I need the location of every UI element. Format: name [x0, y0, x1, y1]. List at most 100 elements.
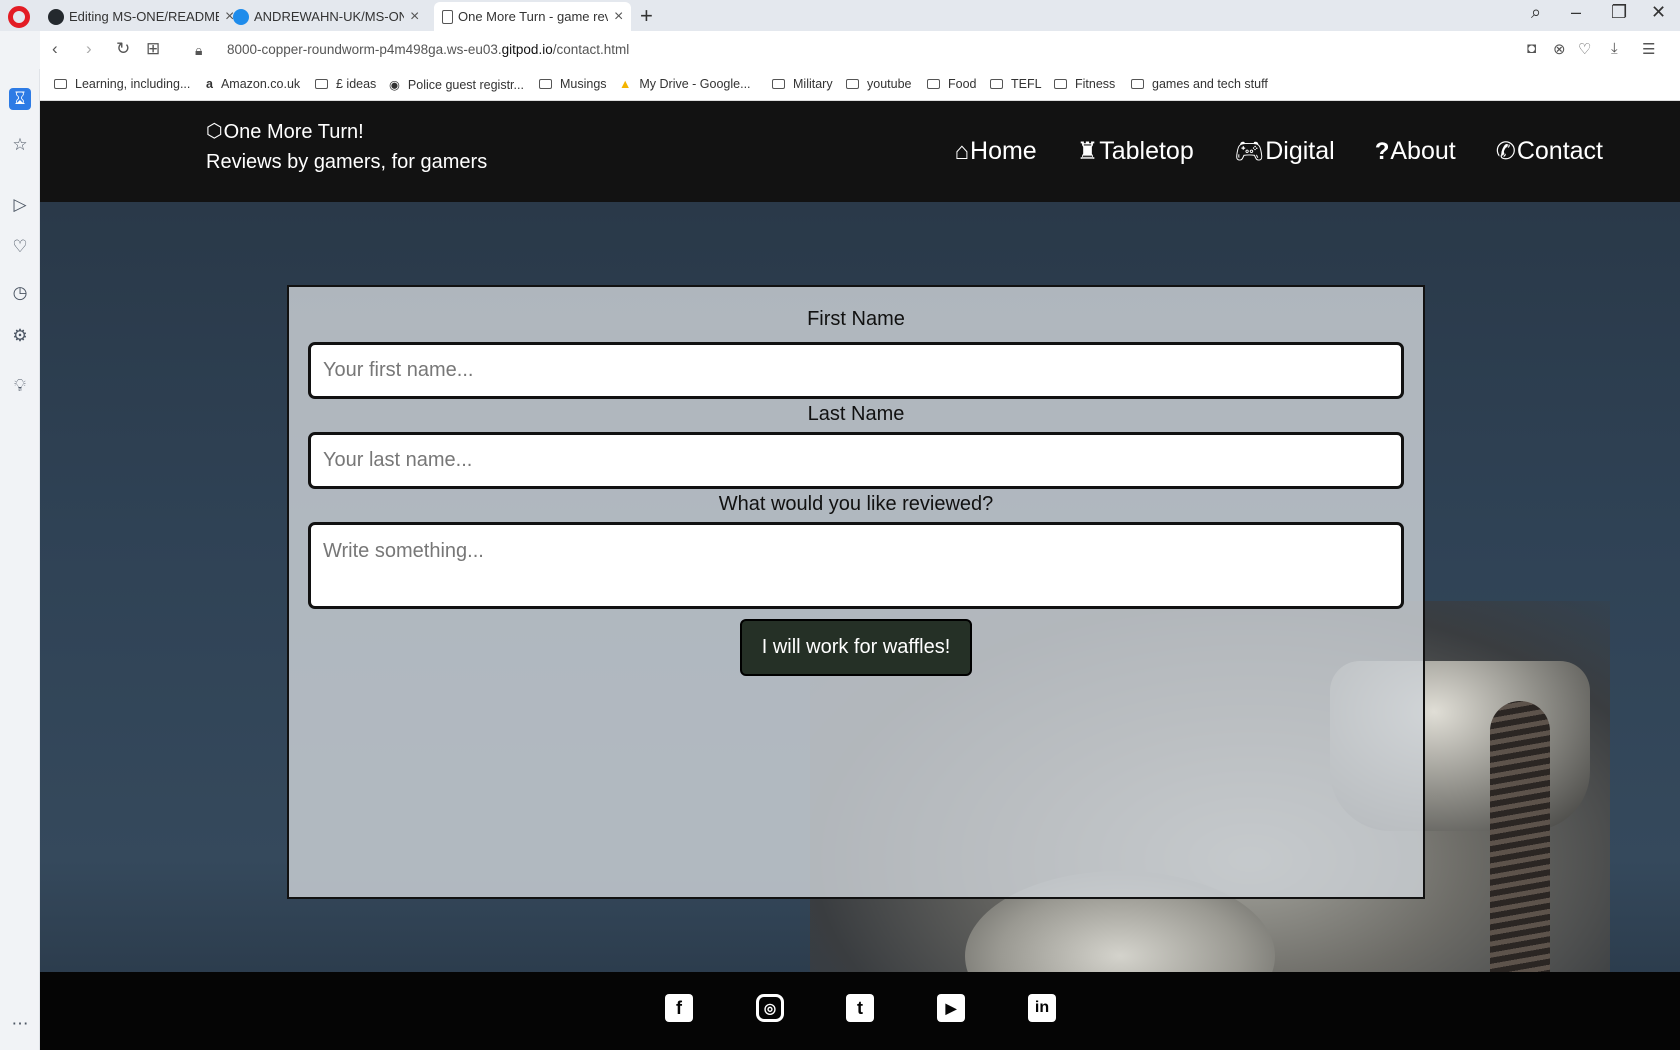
- bookmark-label: Fitness: [1075, 77, 1116, 91]
- phone-icon: ✆: [1495, 138, 1516, 165]
- bookmark-musings[interactable]: Musings: [539, 77, 607, 91]
- twitter-icon[interactable]: t: [846, 994, 874, 1022]
- folder-icon: [772, 79, 785, 89]
- first-name-input[interactable]: [308, 342, 1404, 399]
- chess-icon: ♜: [1076, 138, 1099, 165]
- web-page: ⬡ One More Turn! Reviews by gamers, for …: [40, 101, 1680, 1050]
- nav-about[interactable]: ? About: [1375, 137, 1456, 166]
- nav-home[interactable]: ⌂ Home: [955, 137, 1037, 166]
- bookmark-label: Police guest registr...: [407, 77, 524, 92]
- folder-icon: [1131, 79, 1144, 89]
- bookmark-military[interactable]: Military: [772, 77, 833, 91]
- bookmark-ideas[interactable]: £ ideas: [315, 77, 376, 91]
- opera-logo-icon[interactable]: [8, 6, 30, 28]
- nav-label: Digital: [1265, 137, 1335, 165]
- heart-icon[interactable]: ♡: [9, 236, 31, 258]
- bookmark-food[interactable]: Food: [927, 77, 977, 91]
- tab-github-readme[interactable]: Editing MS-ONE/README.md ×: [40, 2, 242, 31]
- facebook-icon[interactable]: f: [665, 994, 693, 1022]
- folder-icon: [927, 79, 940, 89]
- adblock-icon[interactable]: ⊗: [1553, 40, 1566, 58]
- bookmark-police[interactable]: ◉ Police guest registr...: [389, 77, 524, 93]
- nav-tabletop[interactable]: ♜ Tabletop: [1077, 137, 1194, 166]
- download-icon[interactable]: ⤓: [1611, 40, 1618, 57]
- bookmark-tefl[interactable]: TEFL: [990, 77, 1042, 91]
- new-tab-icon[interactable]: +: [640, 3, 653, 29]
- bookmark-drive[interactable]: ▲ My Drive - Google...: [619, 77, 751, 91]
- more-icon[interactable]: ⋯: [9, 1013, 31, 1035]
- gitpod-icon: [233, 8, 249, 25]
- hourglass-icon[interactable]: ⌛︎: [9, 88, 31, 110]
- folder-icon: [539, 79, 552, 89]
- github-icon: [48, 8, 64, 25]
- url-domain: gitpod.io: [501, 42, 553, 57]
- tab-title: Editing MS-ONE/README.md: [69, 9, 219, 24]
- tab-title: ANDREWAHN-UK/MS-ONE: [254, 9, 404, 24]
- history-icon[interactable]: ◷: [9, 282, 31, 304]
- bookmark-label: Food: [948, 77, 977, 91]
- snapshot-icon[interactable]: ◘: [1527, 40, 1536, 57]
- url-field[interactable]: 8000-copper-roundworm-p4m498ga.ws-eu03.g…: [227, 42, 629, 57]
- browser-tab-bar: Editing MS-ONE/README.md × ANDREWAHN-UK/…: [0, 0, 1680, 31]
- lightbulb-icon[interactable]: 💡︎: [9, 375, 31, 397]
- nav-digital[interactable]: 🎮︎ Digital: [1234, 137, 1335, 166]
- last-name-label: Last Name: [807, 403, 905, 425]
- forward-icon[interactable]: ›: [86, 39, 92, 59]
- bookmark-label: Amazon.co.uk: [220, 77, 301, 91]
- browser-sidebar: ⌛︎ ☆ ▷ ♡ ◷ ⚙︎ 💡︎ ⋯: [0, 69, 40, 1050]
- bookmark-amazon[interactable]: a Amazon.co.uk: [206, 77, 300, 91]
- bookmark-label: Musings: [560, 77, 607, 91]
- amazon-icon: a: [206, 77, 213, 91]
- nav-label: Home: [970, 137, 1037, 165]
- last-name-input[interactable]: [308, 432, 1404, 489]
- folder-icon: [315, 79, 328, 89]
- lock-icon[interactable]: 🔒︎: [195, 42, 202, 59]
- site-footer: f ◎ t ▶ in: [40, 972, 1680, 1050]
- tab-github-repo[interactable]: ANDREWAHN-UK/MS-ONE ×: [225, 2, 427, 31]
- nav-label: Contact: [1516, 137, 1603, 165]
- site-tagline: Reviews by gamers, for gamers: [206, 151, 488, 173]
- site-header: ⬡ One More Turn! Reviews by gamers, for …: [40, 101, 1680, 202]
- gamepad-icon: 🎮︎: [1233, 138, 1265, 165]
- folder-icon: [1054, 79, 1067, 89]
- review-request-label: What would you like reviewed?: [718, 493, 994, 515]
- bookmark-fitness[interactable]: Fitness: [1054, 77, 1115, 91]
- bookmark-youtube[interactable]: youtube: [846, 77, 911, 91]
- tab-one-more-turn[interactable]: One More Turn - game reviews ×: [434, 2, 632, 31]
- bookmark-games[interactable]: games and tech stuff: [1131, 77, 1268, 91]
- review-request-textarea[interactable]: [308, 522, 1404, 609]
- site-brand[interactable]: ⬡ One More Turn! Reviews by gamers, for …: [206, 117, 487, 177]
- settings-icon[interactable]: ⚙︎: [9, 325, 31, 347]
- d20-dice-icon: ⬡: [206, 121, 223, 142]
- nav-contact[interactable]: ✆ Contact: [1496, 137, 1603, 166]
- folder-icon: [54, 79, 67, 89]
- close-tab-icon[interactable]: ×: [410, 8, 419, 26]
- back-icon[interactable]: ‹: [52, 39, 58, 59]
- menu-icon[interactable]: ☰: [1642, 40, 1655, 58]
- submit-button[interactable]: I will work for waffles!: [740, 619, 972, 676]
- bookmark-learning[interactable]: Learning, including...: [54, 77, 190, 91]
- search-tabs-icon[interactable]: ⌕: [1531, 2, 1541, 23]
- minimize-icon[interactable]: –: [1571, 2, 1581, 23]
- google-drive-icon: ▲: [619, 77, 632, 91]
- restore-icon[interactable]: ❐: [1611, 2, 1627, 23]
- url-prefix: 8000-copper-roundworm-p4m498ga.ws-eu03.: [227, 42, 502, 57]
- pinboard-icon[interactable]: ☆: [9, 134, 31, 156]
- reload-icon[interactable]: ↻: [116, 39, 130, 59]
- heart-icon[interactable]: ♡: [1578, 40, 1591, 58]
- nav-label: About: [1390, 137, 1456, 165]
- youtube-icon[interactable]: ▶: [937, 994, 965, 1022]
- first-name-label: First Name: [807, 308, 905, 330]
- bookmark-label: My Drive - Google...: [639, 77, 751, 91]
- nav-label: Tabletop: [1099, 137, 1194, 165]
- linkedin-icon[interactable]: in: [1028, 994, 1056, 1022]
- close-tab-icon[interactable]: ×: [614, 8, 623, 26]
- player-icon[interactable]: ▷: [9, 194, 31, 216]
- tab-title: One More Turn - game reviews: [458, 9, 608, 24]
- bookmarks-bar: Learning, including... a Amazon.co.uk £ i…: [40, 69, 1680, 101]
- close-window-icon[interactable]: ✕: [1651, 2, 1666, 23]
- eye-icon: ◉: [389, 78, 400, 92]
- speed-dial-icon[interactable]: ⊞: [146, 39, 160, 59]
- instagram-icon[interactable]: ◎: [756, 994, 784, 1022]
- folder-icon: [846, 79, 859, 89]
